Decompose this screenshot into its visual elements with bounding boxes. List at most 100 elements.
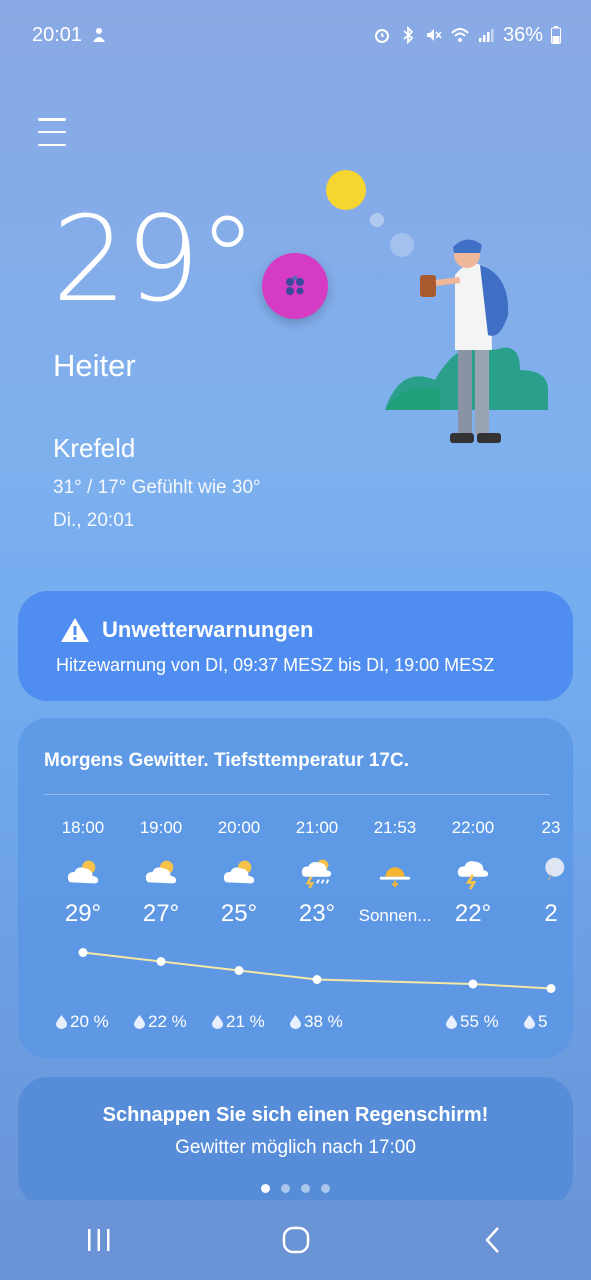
hour-item[interactable]: 19:00 27°: [122, 818, 200, 932]
raindrop-icon: [56, 1015, 67, 1029]
precip-value: 5: [538, 1012, 548, 1031]
raindrop-icon: [212, 1015, 223, 1029]
page-dot[interactable]: [321, 1184, 330, 1193]
partly-cloudy-icon: [223, 860, 255, 884]
status-left: 20:01: [32, 24, 108, 47]
bluetooth-icon: [403, 26, 414, 44]
hour-item[interactable]: 20:00 25°: [200, 818, 278, 932]
hourly-forecast-card[interactable]: Morgens Gewitter. Tiefsttemperatur 17C. …: [18, 718, 573, 1058]
alarm-icon: [374, 29, 389, 43]
temperature-point: [156, 957, 166, 966]
forecast-summary: Morgens Gewitter. Tiefsttemperatur 17C.: [44, 750, 409, 771]
weather-warning-card[interactable]: Unwetterwarnungen Hitzewarnung von DI, 0…: [18, 591, 573, 701]
recents-button[interactable]: [69, 1210, 129, 1270]
thunderstorm-icon: [301, 859, 332, 889]
hour-temperature: 22°: [454, 900, 492, 927]
recents-icon: [87, 1229, 109, 1251]
temperature-point: [546, 984, 556, 993]
hour-item[interactable]: 22:00 22°: [434, 818, 512, 932]
page-dot[interactable]: [261, 1184, 270, 1193]
hour-time: 19:00: [139, 818, 183, 837]
hour-time: 20:00: [217, 818, 261, 837]
warning-header: Unwetterwarnungen: [60, 617, 535, 643]
raindrop-icon: [134, 1015, 145, 1029]
minmax-feels-like: 31° / 17° Gefühlt wie 30°: [53, 477, 261, 498]
battery-percent: 36%: [502, 23, 543, 46]
hour-item[interactable]: 18:00 29°: [44, 818, 122, 932]
thunder-cloud-icon: [457, 861, 489, 890]
hour-time: 21:00: [295, 818, 339, 837]
menu-button[interactable]: [38, 118, 66, 146]
temperature-point: [78, 948, 88, 957]
warning-triangle-icon: [61, 618, 89, 642]
hour-precipitation: 55 %: [446, 1012, 499, 1032]
raindrop-icon: [524, 1015, 535, 1029]
page-indicator: [18, 1184, 573, 1193]
temperature-point: [312, 975, 322, 984]
raindrop-icon: [446, 1015, 457, 1029]
hour-precipitation: 5: [524, 1012, 547, 1032]
precip-value: 20 %: [70, 1012, 109, 1031]
back-button[interactable]: [463, 1210, 523, 1270]
precip-value: 55 %: [460, 1012, 499, 1031]
tip-card[interactable]: Schnappen Sie sich einen Regenschirm! Ge…: [18, 1077, 573, 1207]
dots-icon: [286, 275, 304, 295]
home-button[interactable]: [266, 1210, 326, 1270]
hour-temperature: 2: [544, 900, 558, 927]
weather-illustration: [326, 170, 548, 443]
hour-item[interactable]: 21:53 Sonnen...: [356, 818, 434, 932]
signal-icon: [478, 29, 494, 42]
raindrop-icon: [290, 1015, 301, 1029]
bixby-fab-button[interactable]: [262, 253, 328, 319]
hour-precipitation: 20 %: [56, 1012, 109, 1032]
current-datetime: Di., 20:01: [53, 510, 135, 531]
temperature-point: [468, 979, 478, 989]
hour-precipitation: 21 %: [212, 1012, 265, 1032]
notification-person-icon: [93, 28, 106, 42]
hour-temperature: 29°: [64, 900, 102, 927]
sunset-icon: [379, 867, 411, 888]
menu-bar-3: [38, 143, 66, 146]
precip-value: 21 %: [226, 1012, 265, 1031]
partly-cloudy-icon: [67, 860, 99, 884]
menu-bar-2: [38, 130, 66, 134]
tip-text: Gewitter möglich nach 17:00: [175, 1137, 416, 1158]
hour-temperature: Sonnen...: [358, 906, 432, 925]
hour-time: 22:00: [451, 818, 495, 837]
hour-temperature: 23°: [298, 900, 336, 927]
hour-temperature: 25°: [220, 900, 258, 927]
home-icon: [282, 1226, 309, 1254]
hour-time: 21:53: [373, 818, 417, 837]
hour-time: 18:00: [61, 818, 105, 837]
mute-icon: [426, 29, 442, 41]
hour-item[interactable]: 23 2: [512, 818, 573, 932]
page-dot[interactable]: [301, 1184, 310, 1193]
sun-illustration: [326, 170, 366, 210]
temperature-graph: [78, 948, 556, 993]
tip-title: Schnappen Sie sich einen Regenschirm!: [102, 1104, 489, 1126]
night-cloud-icon: [545, 857, 565, 881]
hour-item[interactable]: 21:00 23°: [278, 818, 356, 932]
temperature-point: [234, 966, 244, 975]
warning-text: Hitzewarnung von DI, 09:37 MESZ bis DI, …: [56, 655, 495, 675]
hour-time: 23: [541, 818, 561, 837]
battery-icon: [551, 26, 561, 44]
hour-precipitation: 38 %: [290, 1012, 343, 1032]
precip-value: 22 %: [148, 1012, 187, 1031]
wifi-icon: [451, 28, 469, 42]
hour-temperature: 27°: [142, 900, 180, 927]
partly-cloudy-icon: [145, 860, 177, 884]
precip-value: 38 %: [304, 1012, 343, 1031]
status-time: 20:01: [32, 23, 83, 46]
status-right: 36%: [373, 24, 561, 47]
back-icon: [484, 1227, 499, 1253]
menu-bar-1: [38, 118, 66, 121]
location-name: Krefeld: [53, 433, 136, 463]
hour-precipitation: 22 %: [134, 1012, 187, 1032]
forecast-divider: [44, 794, 550, 795]
navigation-bar: [0, 1200, 591, 1280]
page-dot[interactable]: [281, 1184, 290, 1193]
current-condition: Heiter: [53, 348, 136, 383]
current-temperature: 29°: [52, 190, 257, 328]
warning-title: Unwetterwarnungen: [102, 617, 314, 642]
